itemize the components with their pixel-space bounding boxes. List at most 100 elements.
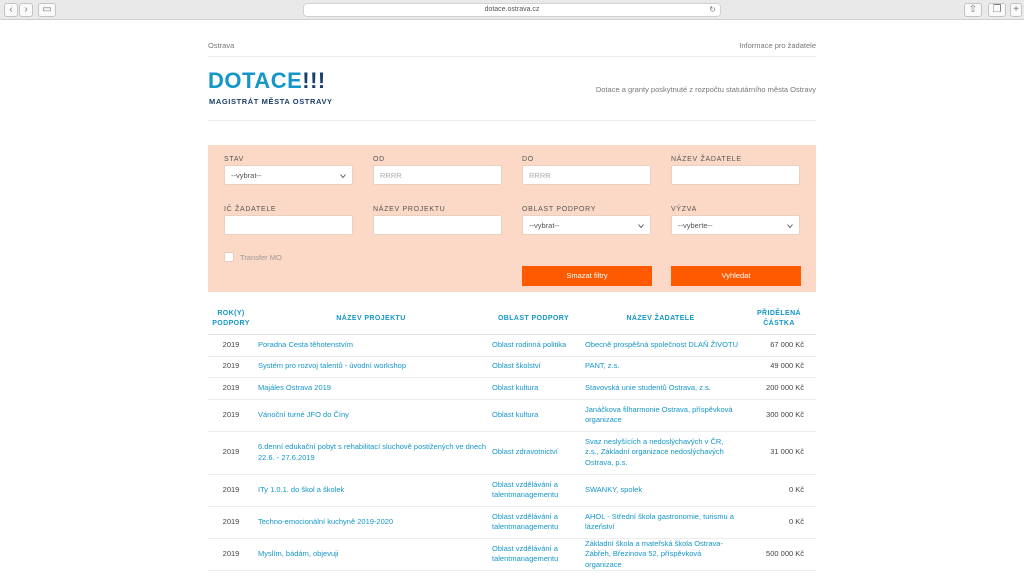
project-cell[interactable]: Vánoční turné JFO do Číny [254, 399, 488, 432]
tagline: Dotace a granty poskytnuté z rozpočtu st… [595, 85, 816, 94]
area-cell[interactable]: Oblast rodinná politika [488, 334, 579, 357]
table-header: ROK(Y) PODPORY NÁZEV PROJEKTU OBLAST PODPO… [208, 304, 816, 335]
call-value: --vyberte-- [678, 221, 713, 230]
call-label: VÝZVA [671, 206, 697, 213]
applicant-cell[interactable]: Obecně prospěšná společnost DLAŇ ŽIVOTU [579, 334, 742, 357]
table-row[interactable]: 2019 Poradna Cesta těhotenstvím Oblast rod… [208, 334, 816, 357]
year-cell: 2019 [208, 356, 254, 378]
sidebar-icon[interactable]: ▭ [38, 3, 56, 17]
year-column-header[interactable]: ROK(Y) PODPORY [208, 304, 254, 335]
applicant-name-input[interactable] [671, 165, 800, 185]
year-cell: 2019 [208, 474, 254, 507]
stav-label: STAV [224, 156, 245, 163]
area-column-header[interactable]: OBLAST PODPORY [488, 304, 579, 335]
table-row[interactable]: 2019 Majáles Ostrava 2019 Oblast kultura St… [208, 377, 816, 400]
applicant-cell[interactable]: AHOL - Střední škola gastronomie, turism… [579, 506, 742, 539]
project-cell[interactable]: ITy 1.0.1. do škol a školek [254, 474, 488, 507]
area-cell[interactable]: Oblast vzdělávání a talentmanagementu [488, 506, 579, 539]
table-row[interactable]: 2019 6.denní edukační pobyt s rehabilitac… [208, 431, 816, 475]
project-cell[interactable]: Poradna Cesta těhotenstvím [254, 334, 488, 357]
search-button[interactable]: Vyhledat [671, 266, 801, 286]
project-name-input[interactable] [373, 215, 502, 235]
year-cell: 2019 [208, 377, 254, 400]
logo[interactable]: DOTACE!!! [208, 68, 326, 94]
table-body: 2019 Poradna Cesta těhotenstvím Oblast rod… [208, 334, 816, 571]
project-cell[interactable]: Majáles Ostrava 2019 [254, 377, 488, 400]
new-tab-icon[interactable]: + [1010, 3, 1022, 17]
project-cell[interactable]: Systém pro rozvoj talentů - úvodní works… [254, 356, 488, 378]
od-label: OD [373, 156, 385, 163]
applicant-cell[interactable]: SWANKY, spolek [579, 474, 742, 507]
project-column-header[interactable]: NÁZEV PROJEKTU [254, 304, 488, 335]
amount-column-header[interactable]: PŘIDĚLENÁ ČÁSTKA [742, 304, 816, 335]
logo-subtitle: MAGISTRÁT MĚSTA OSTRAVY [209, 97, 333, 106]
year-cell: 2019 [208, 538, 254, 571]
city-link[interactable]: Ostrava [208, 41, 234, 50]
amount-cell: 31 000 Kč [742, 431, 816, 475]
amount-cell: 500 000 Kč [742, 538, 816, 571]
logo-word: DOTACE [208, 68, 303, 93]
chevron-down-icon [787, 224, 793, 229]
top-bar: Ostrava Informace pro žadatele [208, 20, 816, 57]
support-area-value: --vybrat-- [529, 221, 560, 230]
filter-panel: STAV --vybrat-- OD RRRR DO RRRR NÁZEV ŽA… [208, 145, 816, 292]
area-cell[interactable]: Oblast zdravotnictví [488, 431, 579, 475]
area-cell[interactable]: Oblast kultura [488, 399, 579, 432]
support-area-select[interactable]: --vybrat-- [522, 215, 651, 235]
ic-label: IČ ŽADATELE [224, 206, 277, 213]
od-input[interactable]: RRRR [373, 165, 502, 185]
table-row[interactable]: 2019 Systém pro rozvoj talentů - úvodní w… [208, 356, 816, 378]
table-row[interactable]: 2019 Vánoční turné JFO do Číny Oblast kult… [208, 399, 816, 432]
applicant-cell[interactable]: PANT, z.s. [579, 356, 742, 378]
amount-cell: 0 Kč [742, 474, 816, 507]
clear-filters-button[interactable]: Smazat filtry [522, 266, 652, 286]
applicant-name-label: NÁZEV ŽADATELE [671, 156, 742, 163]
browser-toolbar: ‹ › ▭ dotace.ostrava.cz ↻ ⇧ ❐ + [0, 0, 1024, 20]
project-cell[interactable]: Techno-emocionální kuchyně 2019-2020 [254, 506, 488, 539]
chevron-down-icon [638, 224, 644, 229]
project-cell[interactable]: 6.denní edukační pobyt s rehabilitací sl… [254, 431, 488, 475]
reload-icon[interactable]: ↻ [709, 4, 716, 16]
ic-input[interactable] [224, 215, 353, 235]
area-cell[interactable]: Oblast vzdělávání a talentmanagementu [488, 474, 579, 507]
amount-cell: 0 Kč [742, 506, 816, 539]
do-placeholder: RRRR [529, 171, 551, 180]
project-cell[interactable]: Myslím, bádám, objevuji [254, 538, 488, 571]
call-select[interactable]: --vyberte-- [671, 215, 800, 235]
amount-cell: 67 000 Kč [742, 334, 816, 357]
applicant-cell[interactable]: Svaz neslyšících a nedoslýchavých v ČR, … [579, 431, 742, 475]
amount-cell: 200 000 Kč [742, 377, 816, 400]
stav-select[interactable]: --vybrat-- [224, 165, 353, 185]
od-placeholder: RRRR [380, 171, 402, 180]
area-cell[interactable]: Oblast kultura [488, 377, 579, 400]
applicant-cell[interactable]: Janáčkova filharmonie Ostrava, příspěvko… [579, 399, 742, 432]
applicant-cell[interactable]: Stavovská unie studentů Ostrava, z.s. [579, 377, 742, 400]
share-icon[interactable]: ⇧ [964, 3, 982, 17]
address-bar[interactable]: dotace.ostrava.cz ↻ [303, 3, 721, 17]
forward-icon[interactable]: › [19, 3, 33, 17]
table-row[interactable]: 2019 Myslím, bádám, objevuji Oblast vzdělá… [208, 538, 816, 571]
applicant-cell[interactable]: Základní škola a mateřská škola Ostrava-… [579, 538, 742, 571]
year-cell: 2019 [208, 431, 254, 475]
area-cell[interactable]: Oblast školství [488, 356, 579, 378]
table-row[interactable]: 2019 Techno-emocionální kuchyně 2019-2020… [208, 506, 816, 539]
year-cell: 2019 [208, 506, 254, 539]
project-name-label: NÁZEV PROJEKTU [373, 206, 446, 213]
year-cell: 2019 [208, 399, 254, 432]
chevron-down-icon [340, 174, 346, 179]
applicant-info-link[interactable]: Informace pro žadatele [739, 41, 816, 50]
site-header: DOTACE!!! MAGISTRÁT MĚSTA OSTRAVY Dotace… [208, 57, 816, 121]
do-input[interactable]: RRRR [522, 165, 651, 185]
tabs-icon[interactable]: ❐ [988, 3, 1006, 17]
transfer-checkbox[interactable] [224, 252, 234, 262]
url-text: dotace.ostrava.cz [484, 6, 540, 13]
applicant-column-header[interactable]: NÁZEV ŽADATELE [579, 304, 742, 335]
back-icon[interactable]: ‹ [4, 3, 18, 17]
do-label: DO [522, 156, 534, 163]
table-row[interactable]: 2019 ITy 1.0.1. do škol a školek Oblast vz… [208, 474, 816, 507]
amount-cell: 300 000 Kč [742, 399, 816, 432]
stav-value: --vybrat-- [231, 171, 262, 180]
area-cell[interactable]: Oblast vzdělávání a talentmanagementu [488, 538, 579, 571]
amount-cell: 49 000 Kč [742, 356, 816, 378]
transfer-label: Transfer MO [240, 253, 282, 262]
